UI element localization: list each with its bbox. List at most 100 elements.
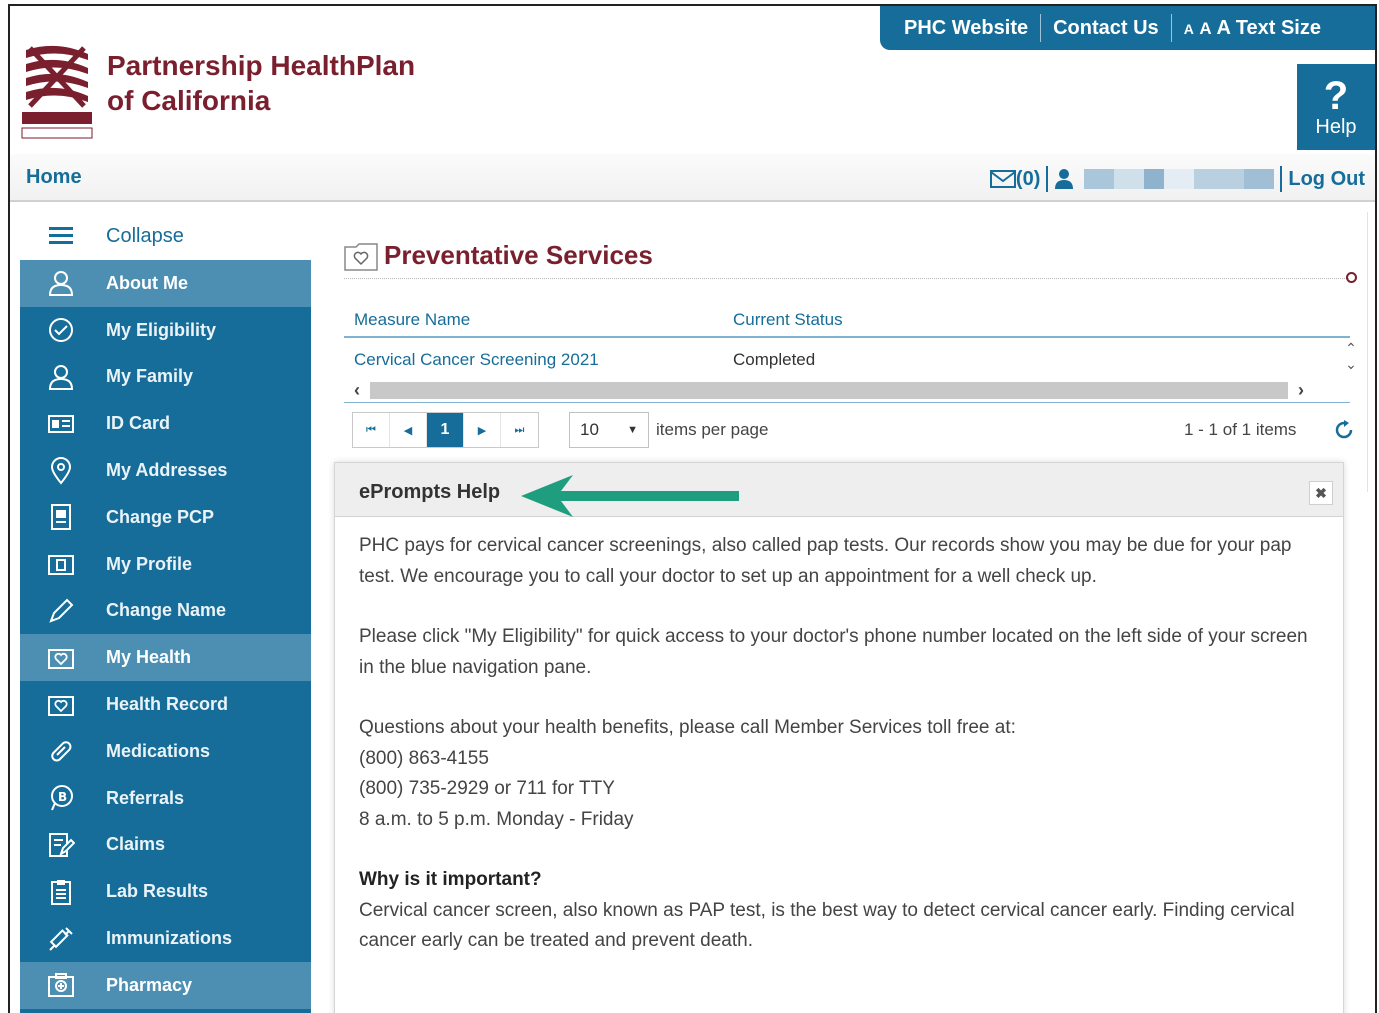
sidebar-item-immunizations[interactable]: Immunizations bbox=[20, 915, 311, 962]
person-icon bbox=[42, 362, 80, 392]
pager-info: 1 - 1 of 1 items bbox=[1184, 420, 1297, 439]
page-size-select[interactable]: 10 ▼ bbox=[569, 412, 649, 448]
sidebar-item-my-health[interactable]: My Health bbox=[20, 634, 311, 682]
syringe-icon bbox=[42, 924, 80, 954]
id-card-icon bbox=[42, 409, 80, 439]
profile-folder-icon bbox=[42, 549, 80, 579]
sidebar-item-label: My Family bbox=[106, 366, 194, 387]
next-page-icon[interactable]: ▶ bbox=[464, 413, 501, 447]
text-size-medium[interactable]: A bbox=[1199, 19, 1211, 38]
sidebar-item-change-pcp[interactable]: Change PCP bbox=[20, 494, 311, 541]
logo-icon bbox=[21, 44, 93, 139]
paragraph-contact: Questions about your health benefits, pl… bbox=[359, 713, 1319, 835]
sidebar-item-referrals[interactable]: B Referrals bbox=[20, 775, 311, 822]
bar-separator bbox=[1280, 166, 1283, 192]
page-number-button[interactable]: 1 bbox=[427, 413, 464, 447]
redacted-username bbox=[1084, 169, 1275, 189]
text-size-small[interactable]: A bbox=[1184, 21, 1194, 37]
sidebar-item-my-eligibility[interactable]: My Eligibility bbox=[20, 307, 311, 354]
prev-page-icon[interactable]: ◀ bbox=[390, 413, 427, 447]
clipboard-icon bbox=[42, 877, 80, 907]
chevron-down-icon: ▼ bbox=[627, 424, 638, 436]
first-page-icon[interactable]: ⏮ bbox=[353, 413, 390, 447]
sidebar-item-medications[interactable]: Medications bbox=[20, 728, 311, 775]
sidebar-item-label: Immunizations bbox=[106, 928, 233, 949]
preventative-services-panel: Preventative Services Measure Name Curre… bbox=[326, 212, 1368, 492]
dialog-header: ePrompts Help ✖ bbox=[335, 463, 1343, 517]
envelope-icon[interactable] bbox=[989, 169, 1016, 189]
heart-folder-icon bbox=[42, 690, 80, 720]
sidebar-item-label: About Me bbox=[106, 272, 188, 293]
scroll-left-icon[interactable]: ‹ bbox=[344, 380, 370, 401]
why-important-heading: Why is it important? bbox=[359, 869, 542, 890]
scroll-up-icon[interactable]: ⌃ bbox=[1343, 340, 1359, 356]
sidebar-item-claims[interactable]: Claims bbox=[20, 822, 311, 869]
vertical-scrollbar[interactable]: ⌃ ⌄ bbox=[1343, 340, 1359, 380]
document-icon bbox=[42, 502, 80, 532]
contact-us-link[interactable]: Contact Us bbox=[1041, 17, 1171, 40]
sidebar-collapse[interactable]: Collapse bbox=[20, 212, 311, 260]
scrollbar-thumb[interactable] bbox=[370, 381, 1288, 399]
phone-number: (800) 863-4155 bbox=[359, 747, 489, 769]
brand-title-line1: Partnership HealthPlan bbox=[107, 50, 416, 81]
edit-document-icon bbox=[42, 830, 80, 860]
horizontal-scrollbar[interactable]: ‹ › bbox=[344, 380, 1314, 400]
sidebar-item-about-me[interactable]: About Me bbox=[20, 260, 311, 307]
sidebar-item-my-family[interactable]: My Family bbox=[20, 354, 311, 401]
sub-header-bar: Home (0) Log Out bbox=[10, 154, 1375, 202]
last-page-icon[interactable]: ⏭ bbox=[501, 413, 538, 447]
page-size-value: 10 bbox=[580, 420, 599, 439]
user-bar: (0) Log Out bbox=[989, 166, 1365, 192]
home-link[interactable]: Home bbox=[26, 166, 82, 189]
person-icon bbox=[42, 268, 80, 298]
sidebar-item-id-card[interactable]: ID Card bbox=[20, 400, 311, 447]
contact-intro: Questions about your health benefits, pl… bbox=[359, 717, 1016, 738]
sidebar-item-my-addresses[interactable]: My Addresses bbox=[20, 447, 311, 494]
sidebar-item-lab-results[interactable]: Lab Results bbox=[20, 868, 311, 915]
pager-buttons: ⏮ ◀ 1 ▶ ⏭ bbox=[352, 412, 539, 448]
column-header-current-status[interactable]: Current Status bbox=[733, 310, 843, 330]
per-page-label: items per page bbox=[656, 420, 769, 439]
close-icon[interactable]: ✖ bbox=[1309, 481, 1333, 505]
page-frame: Partnership HealthPlan of California PHC… bbox=[8, 4, 1377, 1013]
pager: ⏮ ◀ 1 ▶ ⏭ 10 ▼ items per page bbox=[352, 412, 768, 448]
refresh-icon[interactable] bbox=[1332, 418, 1356, 442]
scroll-down-icon[interactable]: ⌄ bbox=[1343, 356, 1359, 372]
measure-name-link[interactable]: Cervical Cancer Screening 2021 bbox=[354, 350, 599, 370]
office-hours: 8 a.m. to 5 p.m. Monday - Friday bbox=[359, 808, 634, 830]
sidebar-item-my-profile[interactable]: My Profile bbox=[20, 541, 311, 588]
text-size-large[interactable]: A bbox=[1216, 17, 1230, 39]
user-icon bbox=[1055, 169, 1074, 189]
table-row: Cervical Cancer Screening 2021 Completed bbox=[344, 340, 1350, 380]
text-size-label: Text Size bbox=[1235, 16, 1321, 39]
text-size-control[interactable]: A A A Text Size bbox=[1172, 17, 1333, 40]
help-button[interactable]: ? Help bbox=[1297, 64, 1375, 150]
sidebar-item-label: Health Record bbox=[106, 694, 229, 715]
pill-icon bbox=[42, 736, 80, 766]
status-cell: Completed bbox=[733, 350, 816, 369]
paragraph-coverage: PHC pays for cervical cancer screenings,… bbox=[359, 535, 1292, 587]
grid-header: Measure Name Current Status bbox=[344, 308, 1350, 338]
panel-title-text: Preventative Services bbox=[384, 240, 653, 270]
sidebar-item-label: Change Name bbox=[106, 600, 227, 621]
phc-website-link[interactable]: PHC Website bbox=[892, 17, 1040, 40]
message-count[interactable]: (0) bbox=[1016, 168, 1040, 191]
top-nav: PHC Website Contact Us A A A Text Size bbox=[880, 6, 1375, 50]
dialog-body: PHC pays for cervical cancer screenings,… bbox=[335, 517, 1343, 971]
sidebar-item-label: Lab Results bbox=[106, 881, 209, 902]
sidebar-item-label: My Eligibility bbox=[106, 319, 217, 340]
column-header-measure-name[interactable]: Measure Name bbox=[354, 310, 470, 330]
sidebar-item-pharmacy[interactable]: Pharmacy bbox=[20, 961, 311, 1009]
bar-separator bbox=[1046, 166, 1049, 192]
panel-title: Preventative Services bbox=[344, 240, 653, 271]
sidebar-item-label: Referrals bbox=[106, 787, 185, 808]
sidebar-item-health-record[interactable]: Health Record bbox=[20, 681, 311, 728]
why-important-text: Cervical cancer screen, also known as PA… bbox=[359, 899, 1295, 952]
tty-number: (800) 735-2929 or 711 for TTY bbox=[359, 778, 615, 799]
hamburger-icon bbox=[42, 221, 80, 251]
scroll-right-icon[interactable]: › bbox=[1288, 380, 1314, 401]
arrow-left-icon bbox=[521, 475, 739, 517]
logout-link[interactable]: Log Out bbox=[1288, 168, 1365, 191]
check-circle-icon bbox=[42, 315, 80, 345]
sidebar-item-change-name[interactable]: Change Name bbox=[20, 588, 311, 635]
